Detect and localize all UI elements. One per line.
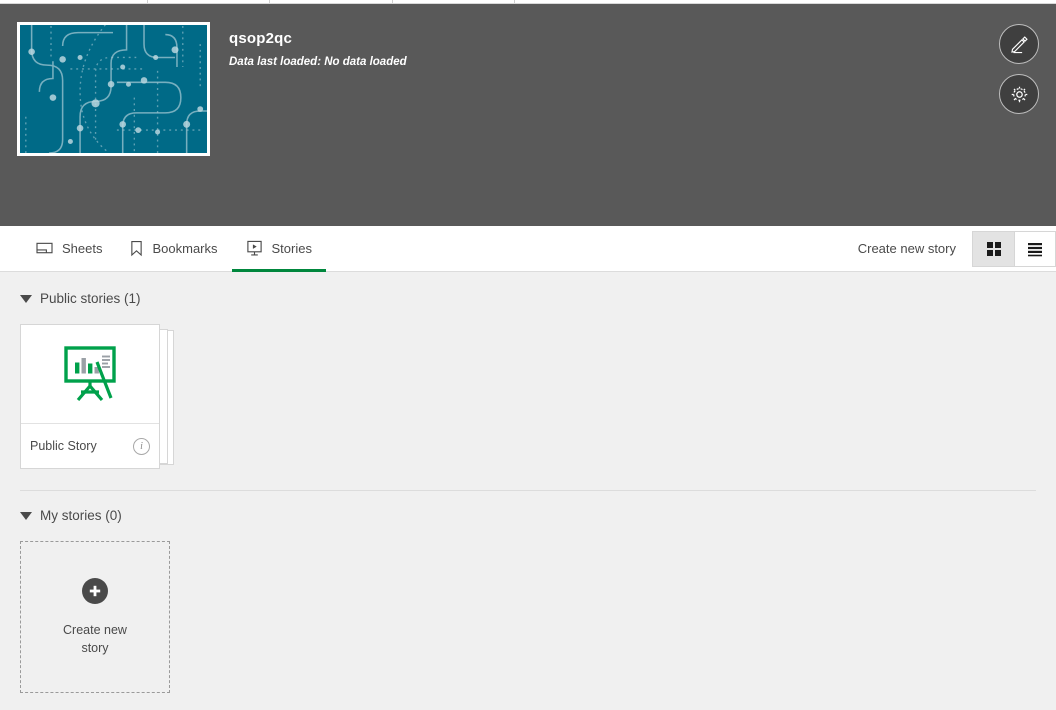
- gear-icon: [1011, 86, 1027, 102]
- tabbar-actions: Create new story: [842, 226, 1056, 271]
- tab-stories[interactable]: Stories: [231, 227, 326, 272]
- app-title-block: qsop2qc Data last loaded: No data loaded: [229, 29, 407, 69]
- pencil-icon: [1010, 35, 1028, 53]
- tab-bookmarks[interactable]: Bookmarks: [116, 227, 231, 272]
- toolbar-cell: [270, 0, 393, 3]
- app-settings-button[interactable]: [999, 74, 1039, 114]
- story-icon: [246, 240, 263, 257]
- my-stories-header[interactable]: My stories (0): [0, 508, 1056, 523]
- tab-list: Sheets Bookmarks Stories: [22, 226, 326, 272]
- bookmark-icon: [130, 240, 143, 257]
- public-stories-header[interactable]: Public stories (1): [0, 291, 1056, 306]
- tab-label: Bookmarks: [152, 240, 218, 256]
- section-title: My stories (0): [40, 508, 122, 523]
- story-easel-icon: [64, 346, 116, 402]
- grid-icon: [986, 241, 1001, 256]
- app-thumbnail-abstract-teal: [20, 25, 207, 153]
- story-card-wrapper: Public Story i: [20, 324, 174, 469]
- chevron-down-icon: [20, 511, 32, 520]
- info-icon[interactable]: i: [133, 437, 150, 455]
- tab-label: Sheets: [62, 240, 103, 256]
- create-new-story-tile[interactable]: Create new story: [20, 541, 170, 693]
- list-icon: [1028, 242, 1042, 256]
- toolbar-cell: [0, 0, 148, 3]
- app-data-status: Data last loaded: No data loaded: [229, 56, 407, 68]
- my-stories-section: My stories (0) Create new story: [0, 508, 1056, 693]
- app-thumbnail[interactable]: [17, 22, 210, 156]
- tab-sheets[interactable]: Sheets: [22, 227, 116, 272]
- chevron-down-icon: [20, 294, 32, 303]
- list-view-button[interactable]: [1014, 231, 1055, 266]
- page-title: qsop2qc: [229, 30, 293, 47]
- create-tile-label-line2: story: [81, 640, 109, 655]
- create-tile-label: Create new story: [57, 621, 133, 657]
- view-mode-toggle: [972, 230, 1056, 267]
- create-tile-label-line1: Create new: [63, 622, 127, 637]
- toolbar-cell: [148, 0, 270, 3]
- my-stories-list: Create new story: [0, 523, 1056, 693]
- create-new-story-link[interactable]: Create new story: [842, 241, 972, 256]
- story-card[interactable]: Public Story i: [20, 324, 160, 469]
- plus-icon: [82, 577, 108, 604]
- section-title: Public stories (1): [40, 291, 141, 306]
- story-card-footer: Public Story i: [21, 424, 159, 468]
- toolbar-cell: [393, 0, 515, 3]
- grid-view-button[interactable]: [973, 231, 1014, 266]
- stories-content: Public stories (1) Public Story i My sto…: [0, 272, 1056, 710]
- public-stories-list: Public Story i: [0, 306, 1056, 469]
- edit-app-button[interactable]: [999, 24, 1039, 64]
- section-divider: [20, 490, 1036, 491]
- app-header: qsop2qc Data last loaded: No data loaded: [0, 4, 1056, 226]
- story-name: Public Story: [30, 439, 97, 453]
- toolbar-cell: [515, 0, 637, 3]
- app-tabbar: Sheets Bookmarks Stories Create new stor…: [0, 226, 1056, 272]
- tab-label: Stories: [271, 240, 312, 256]
- story-thumbnail: [21, 325, 159, 424]
- sheet-icon: [36, 241, 53, 256]
- public-stories-section: Public stories (1) Public Story i: [0, 291, 1056, 469]
